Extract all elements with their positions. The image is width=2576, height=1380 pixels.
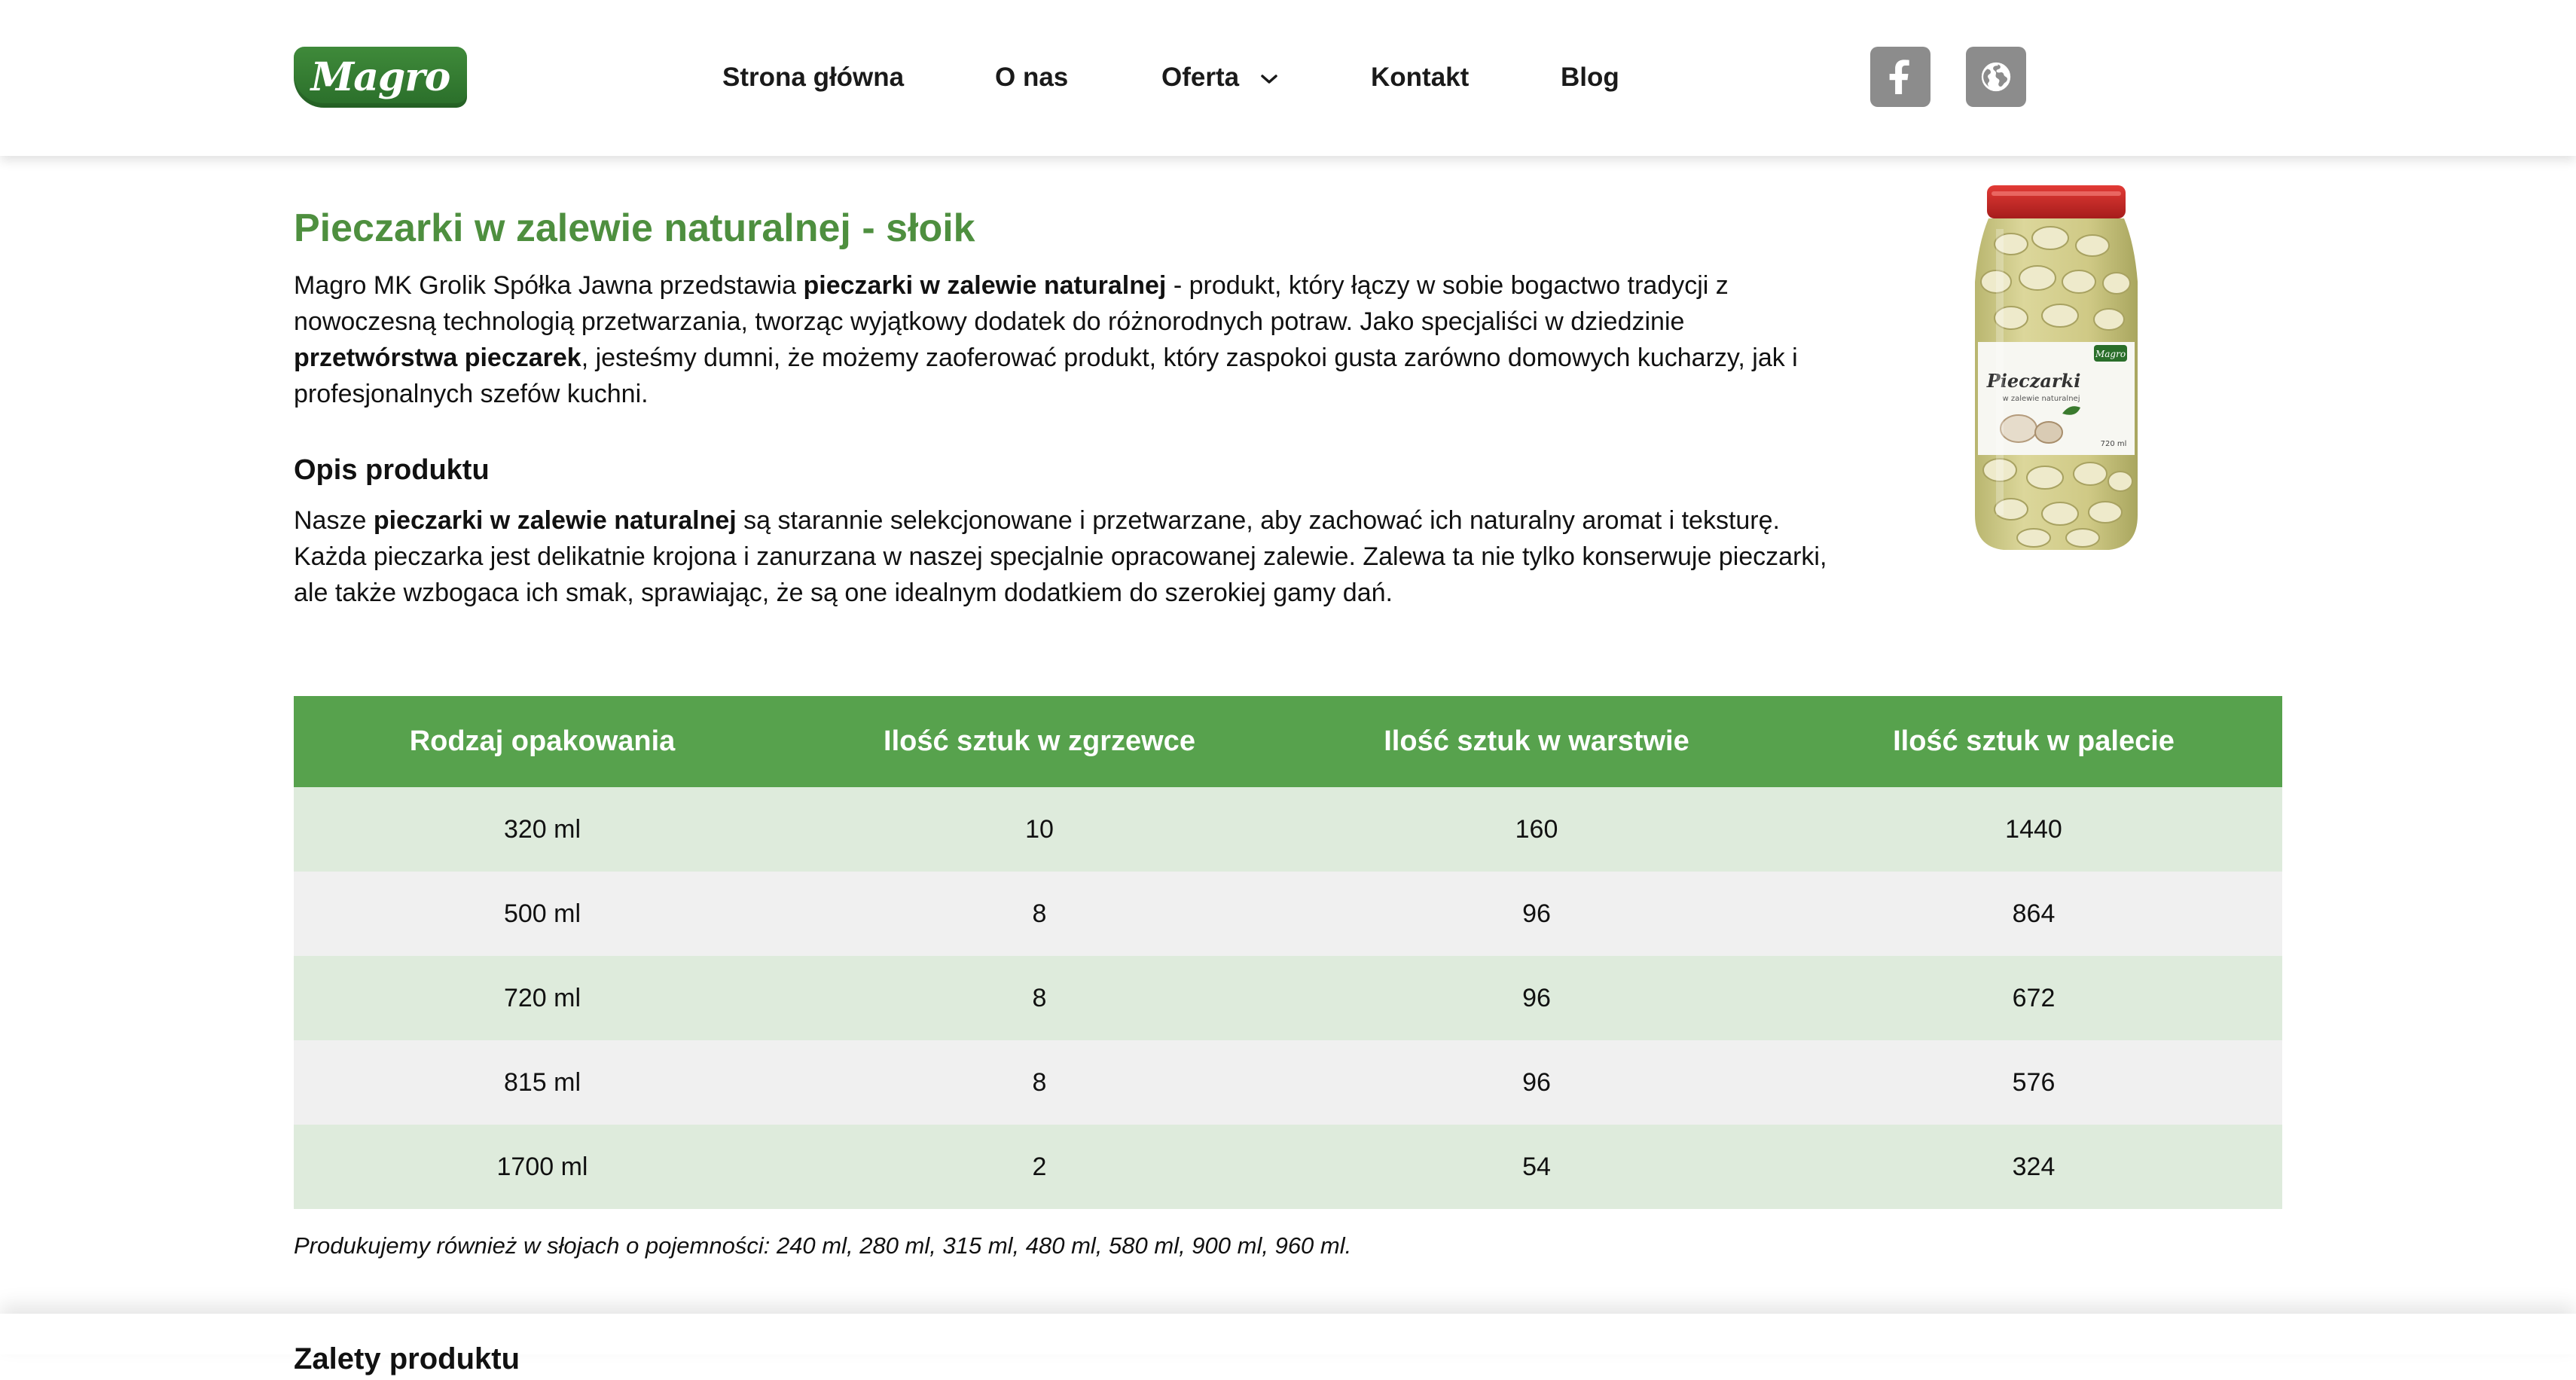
table-header-row: Rodzaj opakowania Ilość sztuk w zgrzewce… bbox=[294, 696, 2282, 787]
cell-per-pallet: 324 bbox=[1785, 1125, 2282, 1209]
nav-about[interactable]: O nas bbox=[995, 60, 1068, 96]
nav-contact[interactable]: Kontakt bbox=[1371, 60, 1469, 96]
packaging-table: Rodzaj opakowania Ilość sztuk w zgrzewce… bbox=[294, 696, 2282, 1209]
website-button[interactable] bbox=[1966, 47, 2026, 107]
cell-package-type: 815 ml bbox=[294, 1040, 791, 1125]
col-header-per-layer: Ilość sztuk w warstwie bbox=[1288, 696, 1785, 787]
cell-package-type: 320 ml bbox=[294, 787, 791, 872]
table-row: 720 ml 8 96 672 bbox=[294, 956, 2282, 1040]
main-nav: Strona główna O nas Oferta Kontakt Blog bbox=[0, 0, 2576, 156]
other-sizes-note: Produkujemy również w słojach o pojemnoś… bbox=[294, 1232, 1352, 1259]
cell-per-pallet: 1440 bbox=[1785, 787, 2282, 872]
jar-volume: 720 ml bbox=[2101, 440, 2127, 448]
table-row: 1700 ml 2 54 324 bbox=[294, 1125, 2282, 1209]
cell-package-type: 500 ml bbox=[294, 872, 791, 956]
description-paragraph: Nasze pieczarki w zalewie naturalnej są … bbox=[294, 506, 1827, 607]
jar-brand: Magro bbox=[2095, 349, 2126, 359]
cell-per-pallet: 864 bbox=[1785, 872, 2282, 956]
col-header-package-type: Rodzaj opakowania bbox=[294, 696, 791, 787]
advantages-heading: Zalety produktu bbox=[294, 1342, 520, 1375]
nav-blog[interactable]: Blog bbox=[1561, 60, 1619, 96]
cell-package-type: 720 ml bbox=[294, 956, 791, 1040]
cell-per-pack: 8 bbox=[791, 956, 1288, 1040]
cell-per-pack: 2 bbox=[791, 1125, 1288, 1209]
cell-per-pallet: 576 bbox=[1785, 1040, 2282, 1125]
cell-per-layer: 96 bbox=[1288, 956, 1785, 1040]
cell-per-layer: 160 bbox=[1288, 787, 1785, 872]
intro-paragraph: Magro MK Grolik Spółka Jawna przedstawia… bbox=[294, 271, 1798, 408]
cell-per-pack: 10 bbox=[791, 787, 1288, 872]
globe-icon bbox=[1981, 62, 2011, 92]
chevron-down-icon bbox=[1261, 75, 1277, 84]
facebook-button[interactable] bbox=[1870, 47, 1930, 107]
col-header-per-pack: Ilość sztuk w zgrzewce bbox=[791, 696, 1288, 787]
table-row: 500 ml 8 96 864 bbox=[294, 872, 2282, 956]
cell-per-pack: 8 bbox=[791, 872, 1288, 956]
cell-package-type: 1700 ml bbox=[294, 1125, 791, 1209]
nav-offer-label: Oferta bbox=[1161, 63, 1240, 92]
table-row: 815 ml 8 96 576 bbox=[294, 1040, 2282, 1125]
cell-per-layer: 96 bbox=[1288, 872, 1785, 956]
site-header: Magro Strona główna O nas Oferta Kontakt… bbox=[0, 0, 2576, 156]
description-heading: Opis produktu bbox=[294, 454, 490, 486]
facebook-icon bbox=[1889, 60, 1909, 94]
nav-home[interactable]: Strona główna bbox=[722, 60, 904, 96]
cell-per-pallet: 672 bbox=[1785, 956, 2282, 1040]
jar-product-sub: w zalewie naturalnej bbox=[2003, 395, 2080, 403]
page-title: Pieczarki w zalewie naturalnej - słoik bbox=[294, 206, 975, 250]
product-jar-image: Magro Pieczarki w zalewie naturalnej 720… bbox=[1975, 185, 2138, 550]
col-header-per-pallet: Ilość sztuk w palecie bbox=[1785, 696, 2282, 787]
cell-per-layer: 54 bbox=[1288, 1125, 1785, 1209]
nav-offer[interactable]: Oferta bbox=[1161, 60, 1278, 96]
cell-per-pack: 8 bbox=[791, 1040, 1288, 1125]
cell-per-layer: 96 bbox=[1288, 1040, 1785, 1125]
table-row: 320 ml 10 160 1440 bbox=[294, 787, 2282, 872]
